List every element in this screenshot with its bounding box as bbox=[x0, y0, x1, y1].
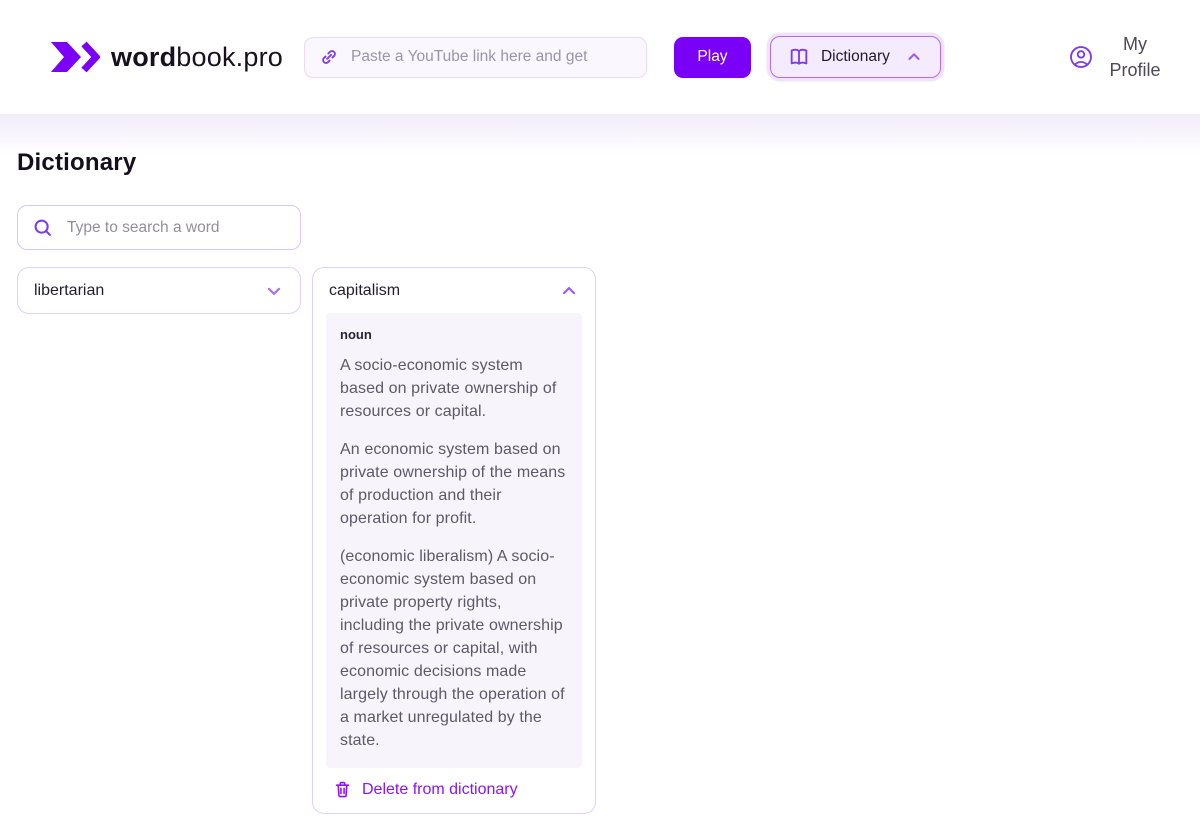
brand-name: wordbook.pro bbox=[111, 42, 283, 73]
chevron-down-icon[interactable] bbox=[264, 281, 284, 301]
dictionary-page: Dictionary libertarian capitalism bbox=[0, 114, 1200, 835]
word-search-box[interactable] bbox=[17, 205, 301, 250]
my-profile-button[interactable]: My Profile bbox=[1068, 31, 1167, 83]
chevron-up-icon bbox=[905, 48, 923, 66]
entry-card-capitalism: capitalism noun A socio-economic system … bbox=[312, 267, 596, 814]
definition-text: (economic liberalism) A socio-economic s… bbox=[340, 545, 568, 752]
my-profile-label: My Profile bbox=[1103, 31, 1167, 83]
entry-card-libertarian: libertarian bbox=[17, 267, 301, 314]
double-chevron-icon bbox=[48, 35, 100, 79]
dictionary-menu-button[interactable]: Dictionary bbox=[770, 36, 941, 78]
delete-from-dictionary-button[interactable]: Delete from dictionary bbox=[313, 768, 595, 813]
entry-toggle-libertarian[interactable]: libertarian bbox=[18, 268, 300, 313]
entry-word: libertarian bbox=[34, 282, 104, 300]
open-book-icon bbox=[788, 46, 810, 68]
play-button[interactable]: Play bbox=[674, 37, 751, 78]
trash-icon bbox=[333, 780, 352, 799]
brand-logo[interactable]: wordbook.pro bbox=[48, 35, 283, 79]
delete-from-dictionary-label: Delete from dictionary bbox=[362, 781, 518, 799]
part-of-speech-label: noun bbox=[340, 327, 568, 342]
entry-toggle-capitalism[interactable]: capitalism bbox=[313, 268, 595, 313]
definition-text: A socio-economic system based on private… bbox=[340, 354, 568, 423]
search-icon bbox=[32, 217, 54, 239]
chevron-up-icon[interactable] bbox=[559, 281, 579, 301]
definitions-panel: noun A socio-economic system based on pr… bbox=[326, 313, 582, 768]
dictionary-menu-label: Dictionary bbox=[821, 48, 890, 66]
page-title: Dictionary bbox=[17, 149, 1200, 177]
definition-text: An economic system based on private owne… bbox=[340, 438, 568, 530]
app-header: wordbook.pro Play Dictionary bbox=[0, 0, 1200, 114]
youtube-link-input[interactable] bbox=[351, 48, 632, 66]
link-icon bbox=[319, 47, 339, 67]
entries-list: libertarian capitalism noun A bbox=[17, 267, 1200, 814]
entry-word: capitalism bbox=[329, 282, 400, 300]
user-circle-icon bbox=[1068, 44, 1094, 70]
youtube-link-field[interactable] bbox=[304, 37, 647, 78]
word-search-input[interactable] bbox=[67, 219, 286, 237]
